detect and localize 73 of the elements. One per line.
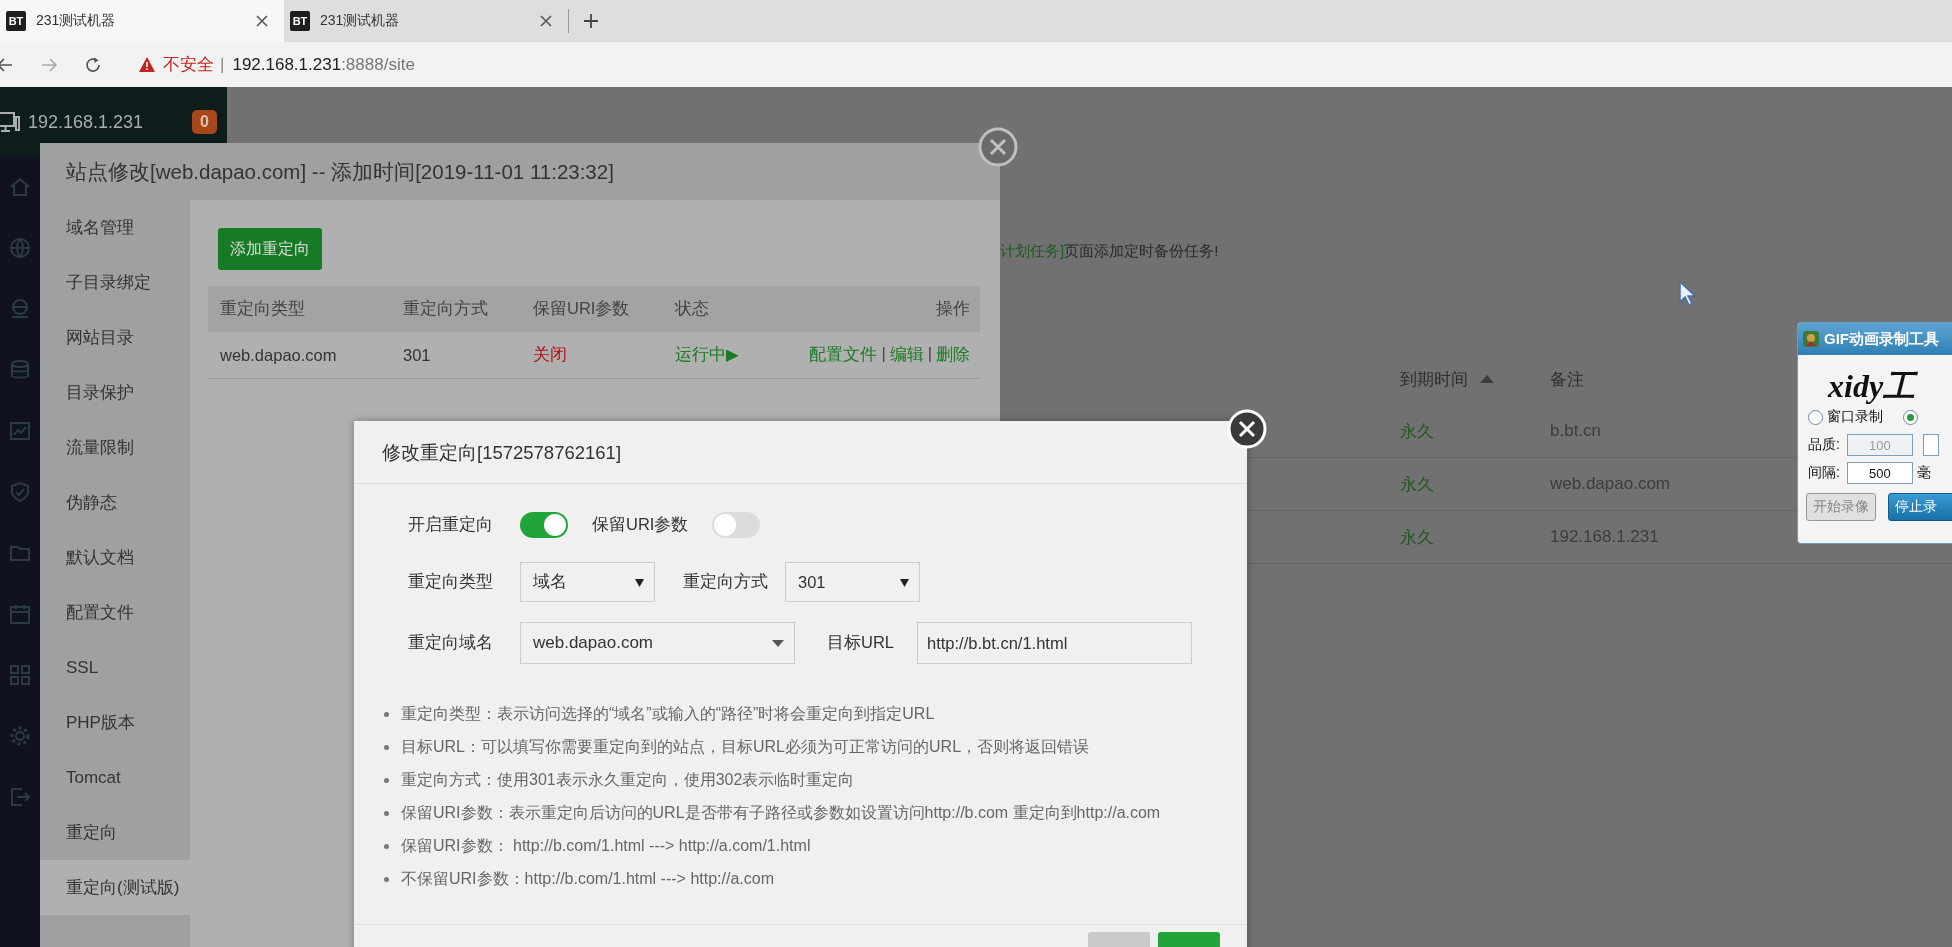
separator: | xyxy=(881,344,886,364)
field-label: 重定向方式 xyxy=(683,571,769,592)
start-button[interactable]: 开始录像 xyxy=(1806,493,1876,521)
browser-tab[interactable]: BT 231测试机器 xyxy=(0,0,284,42)
notice-text: 计划任务]页面添加定时备份任务! xyxy=(1000,242,1220,261)
unit-label: 毫 xyxy=(1916,464,1931,482)
field-label: 开启重定向 xyxy=(408,514,494,535)
input-field[interactable]: 500 xyxy=(1846,462,1913,484)
help-text: 不保留URI参数：http://b.com/1.html ---> http://a.com xyxy=(401,869,774,889)
notification-badge: 0 xyxy=(192,110,217,134)
menu-item[interactable]: 子目录绑定 xyxy=(40,255,190,310)
dropdown[interactable]: 301 xyxy=(785,562,920,602)
table-cell-text: 301 xyxy=(403,345,432,365)
add-redirect-button[interactable]: 添加重定向 xyxy=(218,228,322,270)
menu-item[interactable]: 重定向(测试版) xyxy=(40,860,190,915)
column-header: 保留URI参数 xyxy=(533,298,631,319)
field-label: 间隔: xyxy=(1808,464,1840,482)
dialog-title: 站点修改[web.dapao.com] -- 添加时间[2019-11-01 11:23:32] xyxy=(65,158,615,185)
browser-tab[interactable]: BT 231测试机器 xyxy=(284,0,568,42)
help-text: 目标URL：可以填写你需要重定向到的站点，目标URL必须为可正常访问的URL，否则将返回错误 xyxy=(401,737,1090,757)
menu-item[interactable]: 配置文件 xyxy=(40,585,190,640)
menu-item[interactable]: 目录保护 xyxy=(40,365,190,420)
action-link[interactable]: 编辑 xyxy=(889,344,924,366)
server-name: 192.168.1.231 xyxy=(28,111,144,133)
favicon: BT xyxy=(6,11,26,31)
menu-item[interactable]: Tomcat xyxy=(40,750,190,805)
action-link[interactable]: 删除 xyxy=(936,344,970,366)
favicon: BT xyxy=(290,11,310,31)
separator: | xyxy=(220,54,225,75)
url-host: 192.168.1.231 xyxy=(232,54,342,75)
column-header: 重定向方式 xyxy=(403,298,489,319)
menu-item[interactable]: 重定向 xyxy=(40,805,190,860)
dropdown[interactable]: 域名 xyxy=(520,562,655,602)
menu-item[interactable]: PHP版本 xyxy=(40,695,190,750)
action-link[interactable]: 配置文件 xyxy=(809,344,878,366)
field-label: 重定向域名 xyxy=(408,632,494,653)
table-cell-text: web.dapao.com xyxy=(220,345,338,365)
field-label: 重定向类型 xyxy=(408,571,494,592)
column-header: 操作 xyxy=(936,298,970,319)
menu-item[interactable]: SSL xyxy=(40,640,190,695)
logo-text: xidy工 xyxy=(1826,367,1919,403)
table-cell-text: 关闭 xyxy=(533,344,568,365)
table-cell-text: 永久 xyxy=(1400,420,1434,443)
menu-item[interactable]: 域名管理 xyxy=(40,200,190,255)
column-header: 到期时间 xyxy=(1400,368,1468,391)
menu-item[interactable]: 伪静态 xyxy=(40,475,190,530)
help-text: 保留URI参数：表示重定向后访问的URL是否带有子路径或参数如设置访问http://b.com 重定向到http://a.com xyxy=(401,803,1161,823)
help-text: 重定向类型：表示访问选择的“域名”或输入的“路径”时将会重定向到指定URL xyxy=(401,704,935,724)
column-header: 备注 xyxy=(1550,368,1584,391)
dropdown[interactable]: web.dapao.com xyxy=(520,622,795,664)
tab-title: 231测试机器 xyxy=(36,12,117,30)
column-header: 状态 xyxy=(675,298,710,319)
column-header: 重定向类型 xyxy=(220,298,306,319)
field-label: 保留URI参数 xyxy=(592,514,690,535)
url-path: :8888/site xyxy=(341,54,415,75)
security-label: 不安全 xyxy=(163,54,214,76)
table-cell-text: 永久 xyxy=(1400,526,1434,549)
window-title: GIF动画录制工具 xyxy=(1824,329,1939,349)
help-text: 重定向方式：使用301表示永久重定向，使用302表示临时重定向 xyxy=(401,770,855,790)
table-cell-text: 永久 xyxy=(1400,473,1434,496)
menu-item[interactable]: 默认文档 xyxy=(40,530,190,585)
tab-title: 231测试机器 xyxy=(320,12,401,30)
separator: | xyxy=(927,344,932,364)
menu-item[interactable]: 网站目录 xyxy=(40,310,190,365)
input-field[interactable]: http://b.bt.cn/1.html xyxy=(917,622,1192,664)
stop-button[interactable]: 停止录 xyxy=(1888,493,1952,521)
field-label: 目标URL xyxy=(827,632,895,653)
help-text: 保留URI参数： http://b.com/1.html ---> http://a.com/1.html xyxy=(401,836,811,856)
field-label: 品质: xyxy=(1808,436,1840,454)
status-link[interactable]: 运行中▶ xyxy=(675,344,805,366)
radio-label: 窗口录制 xyxy=(1827,408,1883,426)
input-field[interactable]: 100 xyxy=(1846,434,1913,456)
menu-item[interactable]: 流量限制 xyxy=(40,420,190,475)
